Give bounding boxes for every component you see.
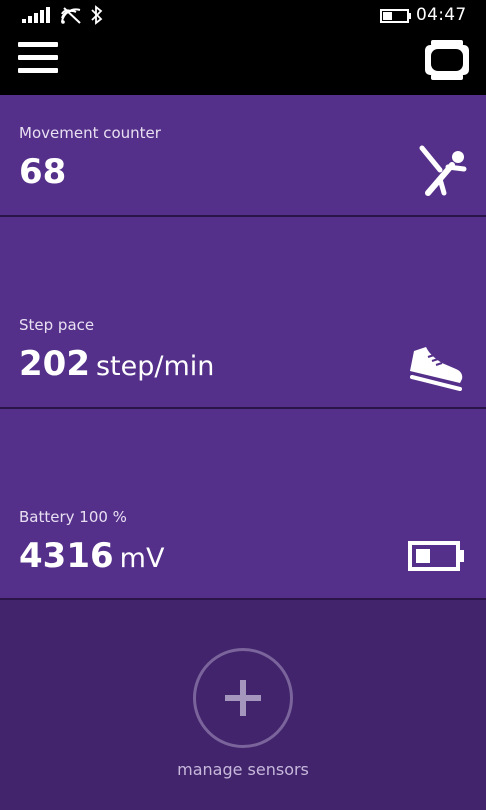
step-pace-number: 202 <box>19 344 90 384</box>
movement-counter-value: 68 <box>19 152 72 192</box>
step-pace-label: Step pace <box>19 316 95 334</box>
battery-number: 4316 <box>19 536 114 576</box>
manage-sensors-area: manage sensors <box>0 600 486 810</box>
step-pace-value: 202 step/min <box>19 344 214 384</box>
add-sensor-button[interactable] <box>193 648 293 748</box>
status-bar: 04:47 <box>0 0 486 32</box>
battery-tile[interactable]: Battery 100 % 4316 mV <box>0 409 486 600</box>
step-pace-unit: step/min <box>95 351 215 382</box>
clock: 04:47 <box>416 5 467 25</box>
battery-unit: mV <box>119 543 165 574</box>
hamburger-menu-icon[interactable] <box>18 42 58 76</box>
running-figure-icon <box>419 145 467 196</box>
sneaker-icon <box>410 347 463 391</box>
step-pace-tile[interactable]: Step pace 202 step/min <box>0 217 486 409</box>
movement-counter-label: Movement counter <box>19 124 161 142</box>
battery-label: Battery 100 % <box>19 508 127 526</box>
plus-icon <box>225 680 261 716</box>
signal-bars-icon <box>22 7 50 23</box>
wifi-icon <box>61 7 81 24</box>
manage-sensors-label[interactable]: manage sensors <box>0 760 486 779</box>
battery-status-icon <box>380 9 411 23</box>
battery-value: 4316 mV <box>19 536 164 576</box>
wristband-device-icon[interactable] <box>423 40 471 80</box>
battery-icon <box>408 541 464 571</box>
app-bar <box>0 32 486 95</box>
movement-counter-number: 68 <box>19 152 67 192</box>
movement-counter-tile[interactable]: Movement counter 68 <box>0 95 486 217</box>
bluetooth-icon <box>91 5 103 25</box>
